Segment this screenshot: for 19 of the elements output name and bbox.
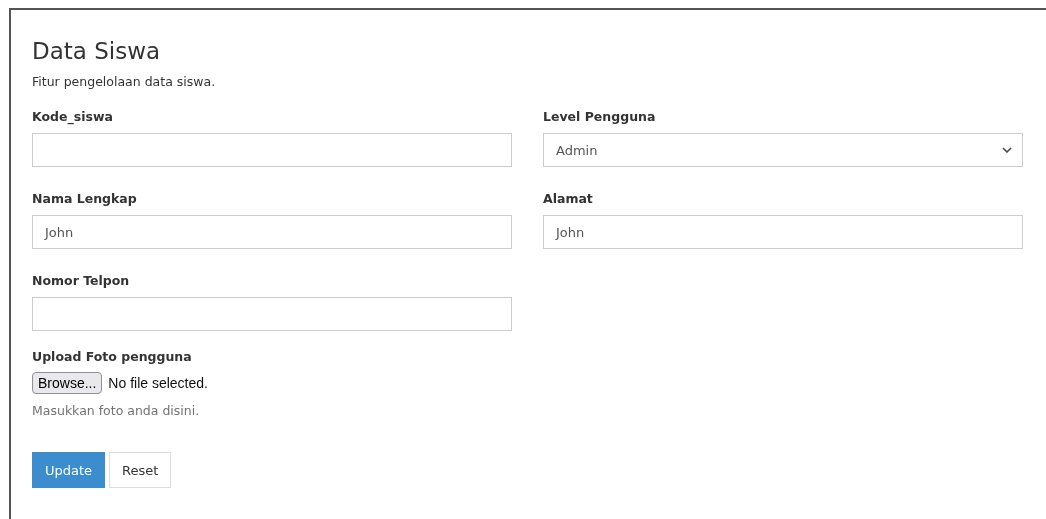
field-label: Kode_siswa: [32, 109, 114, 125]
field-label: Nama Lengkap: [32, 191, 138, 207]
field-label: Alamat: [543, 191, 594, 207]
field-label: Nomor Telpon: [32, 273, 131, 289]
file-status: No file selected.: [108, 375, 208, 391]
update-button[interactable]: Update: [32, 452, 106, 488]
text-field[interactable]: [32, 133, 512, 167]
reset-button[interactable]: Reset: [109, 452, 172, 488]
text-field[interactable]: John: [543, 215, 1023, 249]
text-field[interactable]: John: [32, 215, 512, 249]
chevron-down-icon: [1002, 147, 1012, 153]
field-label: Level Pengguna: [543, 109, 657, 125]
page-subtitle: Fitur pengelolaan data siswa.: [32, 74, 217, 89]
page-title: Data Siswa: [32, 37, 162, 66]
select-field[interactable]: Admin: [543, 133, 1023, 167]
browse-button[interactable]: Browse...: [32, 372, 103, 394]
text-field[interactable]: [32, 297, 512, 331]
field-label: Upload Foto pengguna: [32, 349, 193, 365]
help-text: Masukkan foto anda disini.: [32, 403, 201, 418]
